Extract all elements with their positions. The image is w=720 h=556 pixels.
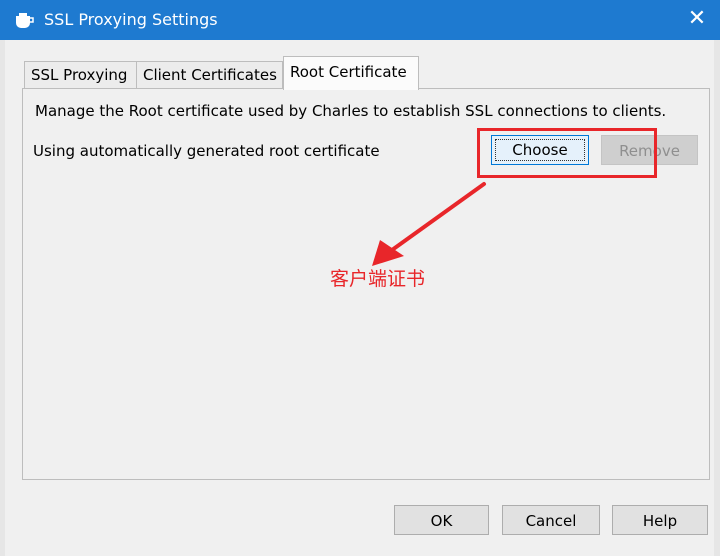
annotation-label: 客户端证书 (330, 268, 426, 290)
